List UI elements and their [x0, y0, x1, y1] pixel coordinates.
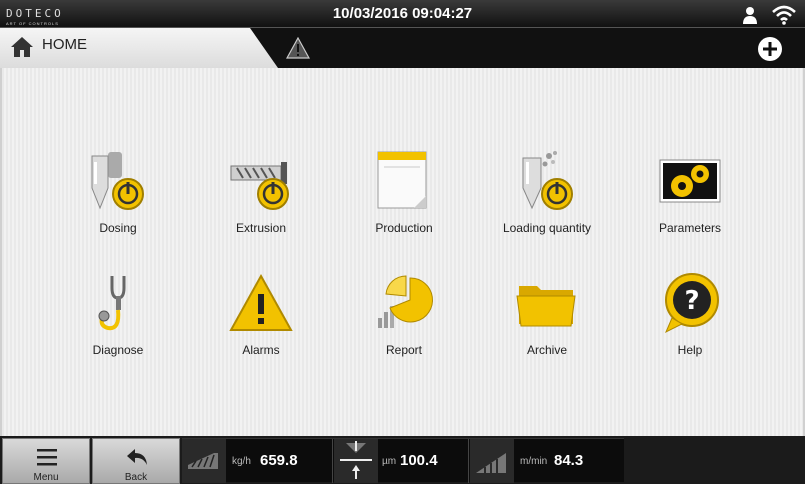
bottom-bar: Menu Back kg/h 659.8 µm 100.4 m/min 84.3	[0, 436, 805, 484]
tile-production[interactable]: Production	[334, 150, 474, 260]
user-icon[interactable]	[742, 6, 758, 24]
svg-text:?: ?	[684, 286, 699, 316]
home-tab: HOME	[0, 28, 290, 68]
page-title: HOME	[42, 36, 87, 53]
stethoscope-icon	[98, 276, 126, 331]
top-status-bar: DOTECO ART OF CONTROLS 10/03/2016 09:04:…	[0, 0, 805, 28]
plus-icon[interactable]	[757, 36, 783, 62]
signal-bars-icon	[470, 439, 514, 483]
tile-loading-quantity[interactable]: Loading quantity	[477, 150, 617, 260]
tile-report[interactable]: Report	[334, 272, 474, 382]
parameters-icon	[659, 159, 721, 203]
dosing-icon	[91, 152, 144, 210]
tile-diagnose[interactable]: Diagnose	[48, 272, 188, 382]
back-arrow-icon	[127, 449, 147, 465]
wifi-icon	[772, 5, 796, 25]
menu-icon	[37, 449, 57, 466]
menu-button[interactable]: Menu	[2, 438, 90, 484]
extrusion-icon	[230, 162, 289, 210]
datetime-display: 10/03/2016 09:04:27	[332, 5, 473, 22]
production-icon	[377, 151, 427, 209]
home-menu-grid: Dosing Extrusion Production Loading quan…	[0, 68, 805, 436]
folder-icon	[516, 286, 576, 327]
tile-archive[interactable]: Archive	[477, 272, 617, 382]
header-bar: HOME	[0, 28, 805, 68]
back-button[interactable]: Back	[92, 438, 180, 484]
loading-quantity-icon	[522, 151, 573, 210]
tile-alarms[interactable]: Alarms	[191, 272, 331, 382]
line-speed-readout: m/min 84.3	[470, 439, 624, 483]
help-icon: ?	[665, 273, 719, 334]
pie-chart-icon	[378, 275, 433, 328]
extruder-screw-icon	[182, 439, 226, 483]
production-readouts: kg/h 659.8 µm 100.4 m/min 84.3	[182, 438, 624, 483]
tile-dosing[interactable]: Dosing	[48, 150, 188, 260]
warning-icon	[229, 273, 293, 331]
thickness-readout: µm 100.4	[334, 439, 468, 483]
tile-help[interactable]: ? Help	[620, 272, 760, 382]
tile-extrusion[interactable]: Extrusion	[191, 150, 331, 260]
brand-logo: DOTECO ART OF CONTROLS	[6, 7, 64, 26]
tile-parameters[interactable]: Parameters	[620, 150, 760, 260]
home-icon[interactable]	[10, 36, 34, 58]
thickness-icon	[334, 439, 378, 483]
throughput-readout: kg/h 659.8	[182, 439, 332, 483]
alarm-warning-icon[interactable]	[286, 37, 310, 59]
